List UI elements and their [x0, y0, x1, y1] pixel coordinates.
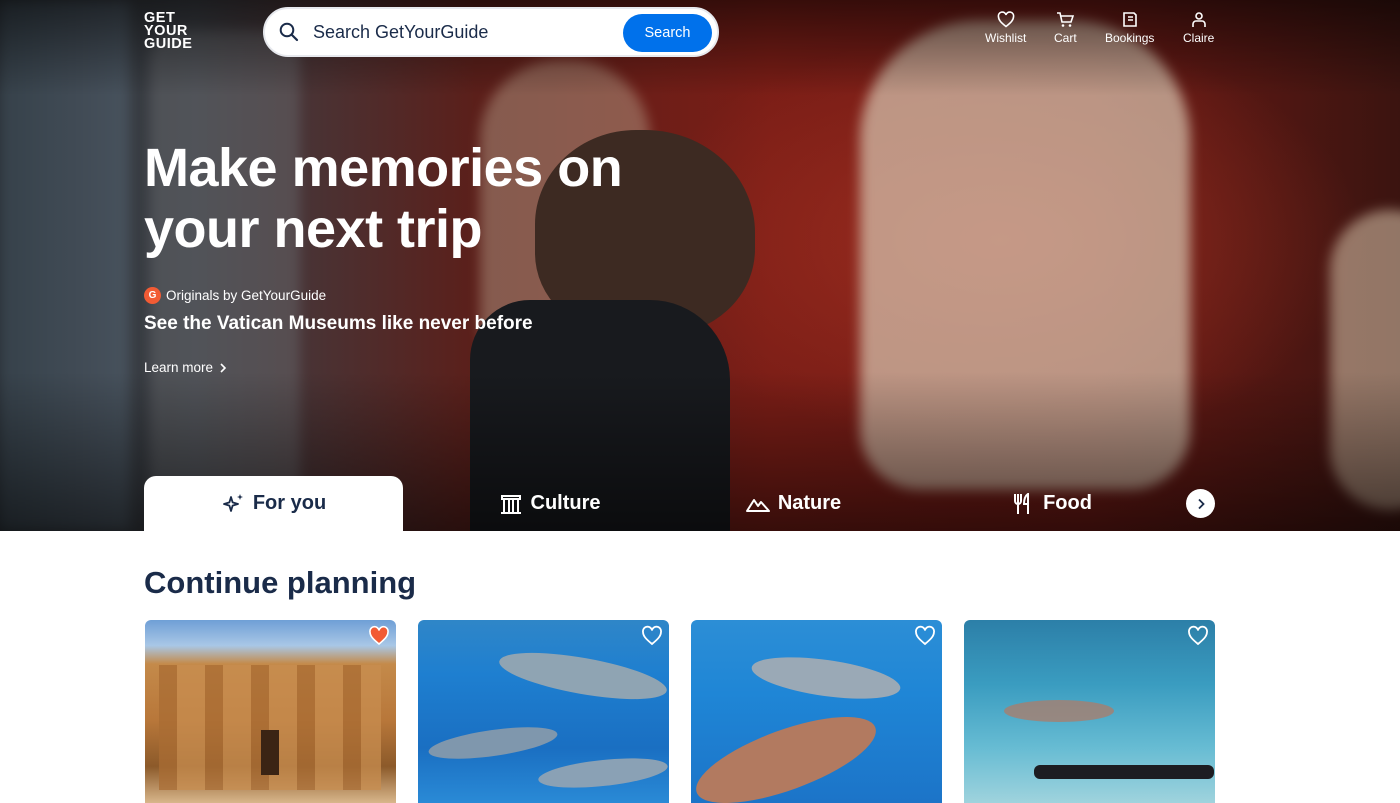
- wishlist-heart-icon[interactable]: [368, 625, 390, 651]
- wishlist-heart-icon[interactable]: [914, 625, 936, 651]
- activity-card[interactable]: [964, 620, 1215, 803]
- activity-card[interactable]: [145, 620, 396, 803]
- getyourguide-logo[interactable]: GET YOUR GUIDE: [144, 11, 204, 52]
- tab-label: For you: [252, 492, 327, 514]
- museum-icon: [500, 494, 521, 514]
- nav-label: Cart: [1054, 31, 1077, 45]
- tab-for-you[interactable]: For you: [144, 476, 403, 531]
- hero-subtitle: See the Vatican Museums like never befor…: [144, 313, 533, 334]
- nav-bookings[interactable]: Bookings: [1105, 11, 1154, 45]
- wishlist-heart-icon[interactable]: [641, 625, 663, 651]
- section-title: Continue planning: [144, 565, 417, 600]
- tab-label: Culture: [530, 492, 601, 514]
- nav-account[interactable]: Claire: [1183, 11, 1214, 45]
- search-input[interactable]: [313, 18, 613, 46]
- nav-label: Bookings: [1105, 31, 1155, 45]
- learn-more-label: Learn more: [144, 360, 214, 375]
- user-icon: [1191, 12, 1206, 27]
- hero-banner[interactable]: [0, 0, 1400, 531]
- search-button[interactable]: Search: [623, 14, 712, 52]
- originals-badge-icon: G: [144, 287, 161, 304]
- originals-label: G Originals by GetYourGuide: [144, 287, 326, 304]
- nav-wishlist[interactable]: Wishlist: [985, 11, 1026, 45]
- heart-icon: [997, 11, 1015, 28]
- wishlist-heart-icon[interactable]: [1187, 625, 1209, 651]
- logo-line: GUIDE: [144, 36, 193, 52]
- nav-cart[interactable]: Cart: [1054, 11, 1077, 45]
- nav-label: Claire: [1183, 31, 1215, 45]
- tabs-next-button[interactable]: [1186, 489, 1215, 518]
- activity-card[interactable]: [418, 620, 669, 803]
- cart-icon: [1057, 12, 1075, 27]
- originals-text: Originals by GetYourGuide: [166, 288, 327, 303]
- tab-food[interactable]: Food: [922, 476, 1181, 531]
- chevron-right-icon: [220, 362, 227, 373]
- sparkle-icon: [222, 493, 243, 512]
- mountain-icon: [745, 498, 770, 512]
- ticket-icon: [1122, 12, 1137, 27]
- search-bar: Search: [263, 7, 719, 57]
- tab-culture[interactable]: Culture: [420, 476, 679, 531]
- nav-label: Wishlist: [985, 31, 1027, 45]
- tab-label: Food: [1043, 492, 1092, 514]
- utensils-icon: [1014, 492, 1030, 514]
- chevron-right-icon: [1197, 498, 1205, 509]
- search-icon: [279, 22, 299, 47]
- learn-more-link[interactable]: Learn more: [144, 360, 229, 375]
- tab-label: Nature: [777, 492, 842, 514]
- tab-nature[interactable]: Nature: [664, 476, 923, 531]
- hero-title: Make memories on your next trip: [144, 138, 623, 259]
- activity-card[interactable]: [691, 620, 942, 803]
